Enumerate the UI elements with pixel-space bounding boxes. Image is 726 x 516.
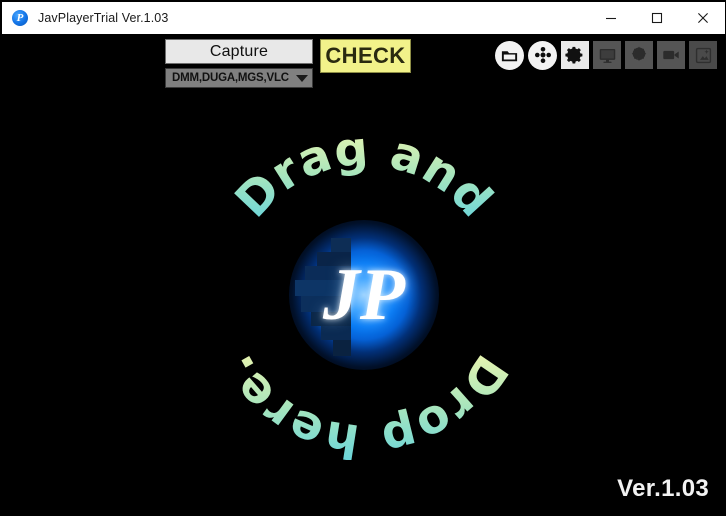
folder-open-icon[interactable] — [495, 40, 524, 70]
capture-group: Capture DMM,DUGA,MGS,VLC — [165, 39, 313, 88]
capture-button[interactable]: Capture — [165, 39, 313, 64]
maximize-button[interactable] — [634, 2, 680, 34]
version-label: Ver.1.03 — [617, 475, 709, 502]
monitor-display-icon[interactable] — [593, 41, 621, 69]
app-window: P JavPlayerTrial Ver.1.03 Capture DMM,DU… — [0, 0, 726, 516]
check-button[interactable]: CHECK — [320, 39, 411, 73]
film-reel-icon[interactable] — [528, 40, 557, 70]
jp-center-logo: JP — [289, 220, 439, 370]
capture-source-select[interactable]: DMM,DUGA,MGS,VLC — [165, 68, 313, 88]
close-button[interactable] — [680, 2, 725, 34]
toolbar: Capture DMM,DUGA,MGS,VLC CHECK — [2, 34, 725, 89]
image-enhance-icon[interactable] — [689, 41, 717, 69]
logo-glyph: JP — [322, 254, 406, 336]
drop-area[interactable]: Drag and Drop here. JP — [2, 89, 725, 515]
ring-text-top: Drag and — [225, 130, 504, 228]
video-camera-icon[interactable] — [657, 41, 685, 69]
chevron-down-icon — [296, 74, 308, 82]
toolbar-icon-group — [495, 38, 717, 72]
jp-logo-glyph: P — [16, 12, 24, 24]
brightness-contrast-icon[interactable] — [625, 41, 653, 69]
window-controls — [588, 2, 725, 34]
gear-settings-icon[interactable] — [561, 41, 589, 69]
jp-logo-icon: P — [11, 9, 29, 27]
title-bar: P JavPlayerTrial Ver.1.03 — [2, 2, 725, 34]
capture-source-value: DMM,DUGA,MGS,VLC — [172, 72, 289, 84]
window-title: JavPlayerTrial Ver.1.03 — [38, 11, 169, 25]
minimize-button[interactable] — [588, 2, 634, 34]
